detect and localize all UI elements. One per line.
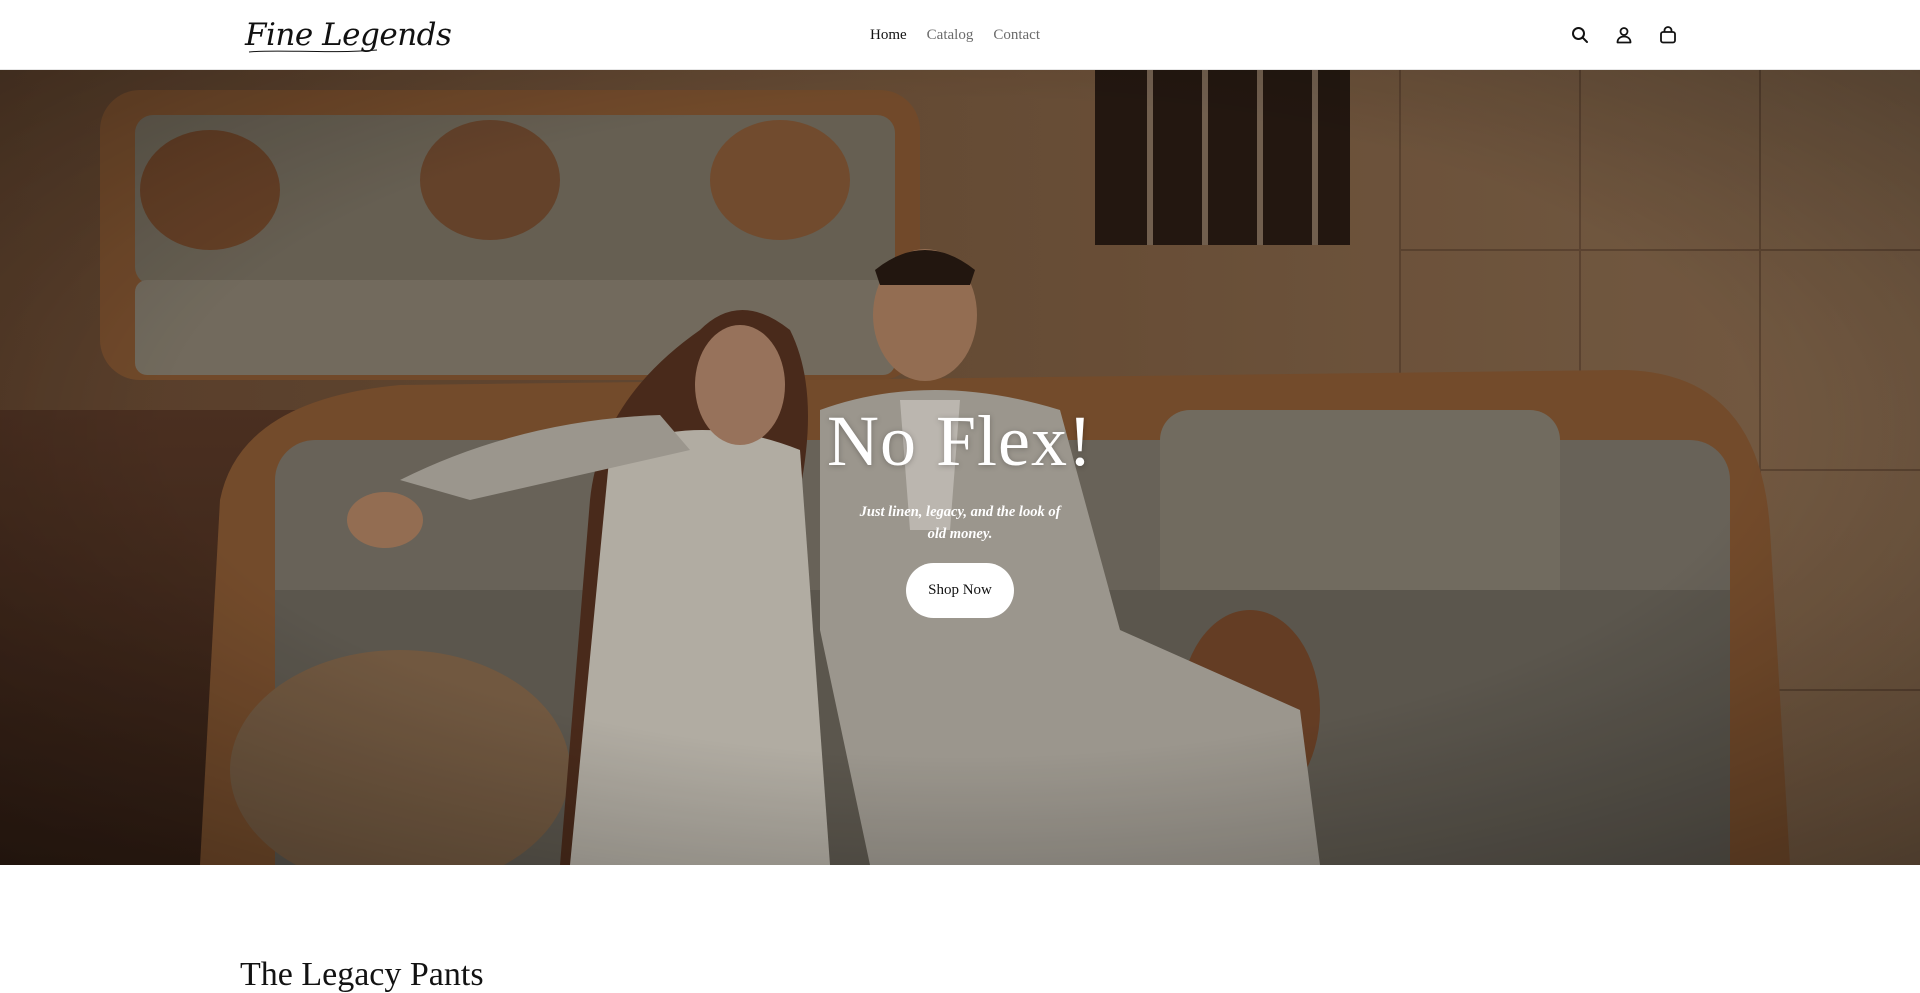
account-icon: [1616, 27, 1632, 44]
nav-link-contact[interactable]: Contact: [993, 27, 1040, 44]
hero-content: No Flex! Just linen, legacy, and the loo…: [0, 405, 1920, 618]
hero-title: No Flex!: [827, 401, 1093, 481]
search-button[interactable]: [1558, 13, 1602, 57]
brand-logo[interactable]: Fine Legends: [245, 14, 452, 56]
main-nav: Home Catalog Contact: [870, 0, 1040, 70]
search-icon: [1572, 27, 1588, 43]
hero-banner: No Flex! Just linen, legacy, and the loo…: [0, 70, 1920, 865]
shop-now-button[interactable]: Shop Now: [906, 563, 1014, 618]
hero-subtitle: Just linen, legacy, and the look of old …: [859, 504, 1061, 542]
site-header: Fine Legends Home Catalog Contact: [0, 0, 1920, 70]
cart-button[interactable]: [1646, 13, 1690, 57]
logo-swash: [248, 49, 378, 53]
account-button[interactable]: [1602, 13, 1646, 57]
cart-icon: [1660, 26, 1676, 44]
nav-link-catalog[interactable]: Catalog: [927, 27, 974, 44]
collection-title: The Legacy Pants: [240, 956, 484, 993]
nav-link-home[interactable]: Home: [870, 27, 907, 44]
header-icons: [1558, 0, 1690, 70]
